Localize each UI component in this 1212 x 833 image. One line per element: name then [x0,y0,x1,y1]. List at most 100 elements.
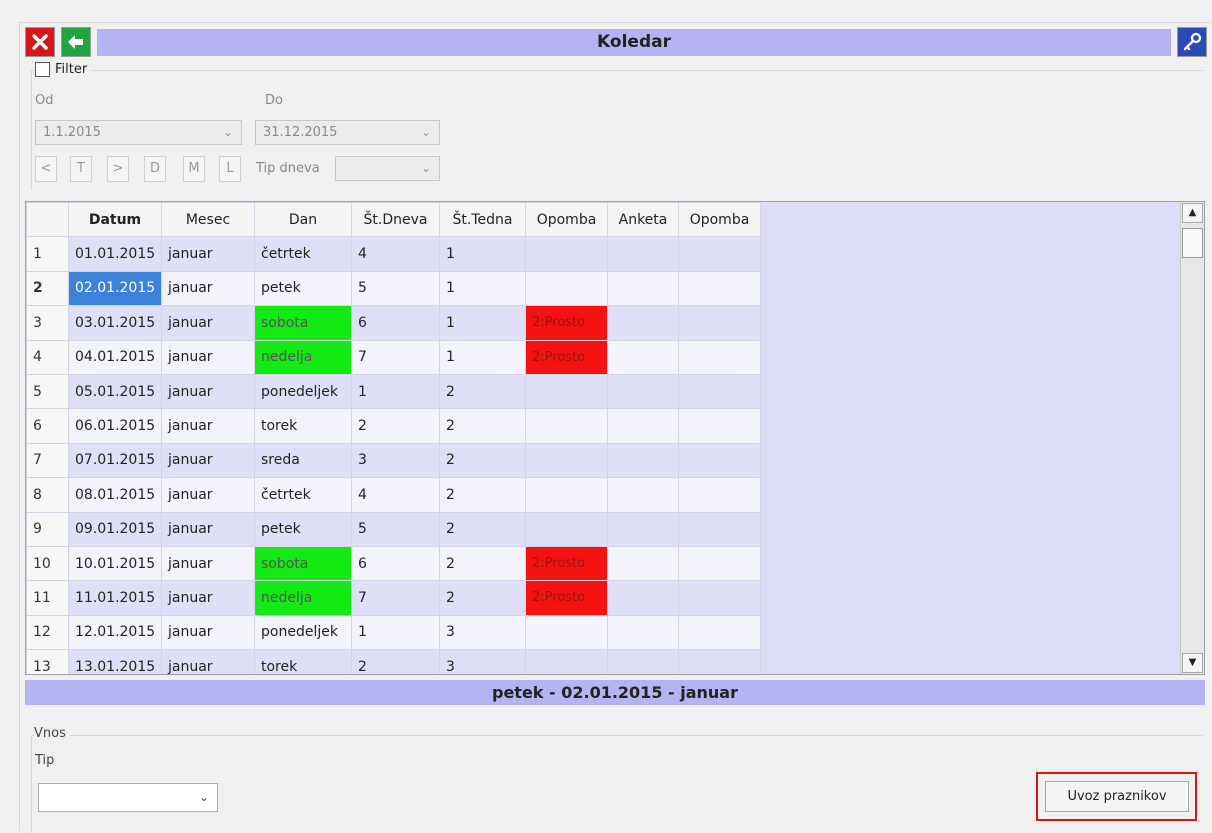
cell-opomba[interactable] [525,408,608,444]
cell-opomba-2[interactable] [678,511,761,547]
cell-anketa[interactable] [607,511,679,547]
row-number[interactable]: 6 [26,408,69,444]
cell-opomba-2[interactable] [678,305,761,341]
cell-anketa[interactable] [607,305,679,341]
column-header-mesec[interactable]: Mesec [161,202,255,238]
calendar-grid[interactable]: Datum Mesec Dan Št.Dneva Št.Tedna Opomba… [25,201,1205,675]
cell-datum[interactable]: 08.01.2015 [68,477,162,513]
cell-dan[interactable]: torek [254,408,352,444]
cell-st-tedna[interactable]: 3 [439,649,526,674]
cell-st-dneva[interactable]: 7 [351,339,440,375]
column-header-anketa[interactable]: Anketa [607,202,679,238]
cell-mesec[interactable]: januar [161,408,255,444]
cell-st-tedna[interactable]: 2 [439,580,526,616]
cell-datum[interactable]: 09.01.2015 [68,511,162,547]
cell-st-dneva[interactable]: 1 [351,614,440,651]
table-row[interactable]: 10 10.01.2015 januar sobota 6 2 2:Prosto [26,545,761,582]
row-number[interactable]: 10 [26,545,69,582]
cell-opomba-2[interactable] [678,270,761,307]
cell-dan[interactable]: četrtek [254,236,352,272]
cell-opomba[interactable]: 2:Prosto [525,339,608,375]
cell-datum[interactable]: 04.01.2015 [68,339,162,375]
cell-dan[interactable]: nedelja [254,339,352,375]
cell-st-tedna[interactable]: 1 [439,270,526,307]
cell-anketa[interactable] [607,580,679,616]
prev-button[interactable]: < [35,156,57,182]
cell-datum[interactable]: 03.01.2015 [68,305,162,341]
cell-opomba-2[interactable] [678,339,761,375]
cell-opomba-2[interactable] [678,649,761,674]
tip-dneva-select[interactable]: ⌄ [335,156,440,181]
cell-st-tedna[interactable]: 2 [439,442,526,479]
back-button[interactable] [61,27,91,57]
cell-dan[interactable]: petek [254,270,352,307]
table-row[interactable]: 6 06.01.2015 januar torek 2 2 [26,408,761,444]
row-number[interactable]: 12 [26,614,69,651]
cell-mesec[interactable]: januar [161,373,255,410]
edit-button[interactable] [1177,27,1207,57]
table-row[interactable]: 11 11.01.2015 januar nedelja 7 2 2:Prosto [26,580,761,616]
table-row[interactable]: 12 12.01.2015 januar ponedeljek 1 3 [26,614,761,651]
cell-dan[interactable]: torek [254,649,352,674]
cell-anketa[interactable] [607,270,679,307]
cell-datum[interactable]: 01.01.2015 [68,236,162,272]
cell-st-tedna[interactable]: 3 [439,614,526,651]
column-header-opomba[interactable]: Opomba [525,202,608,238]
cell-mesec[interactable]: januar [161,477,255,513]
cell-anketa[interactable] [607,649,679,674]
row-number[interactable]: 3 [26,305,69,341]
cell-mesec[interactable]: januar [161,511,255,547]
column-header-datum[interactable]: Datum [68,202,162,238]
tip-select[interactable]: ⌄ [38,783,218,812]
column-header-st-tedna[interactable]: Št.Tedna [439,202,526,238]
cell-st-dneva[interactable]: 4 [351,477,440,513]
cell-st-dneva[interactable]: 6 [351,545,440,582]
cell-anketa[interactable] [607,373,679,410]
cell-st-tedna[interactable]: 2 [439,373,526,410]
cell-mesec[interactable]: januar [161,580,255,616]
cell-mesec[interactable]: januar [161,442,255,479]
table-row[interactable]: 8 08.01.2015 januar četrtek 4 2 [26,477,761,513]
cell-mesec[interactable]: januar [161,545,255,582]
do-date-picker[interactable]: 31.12.2015 ⌄ [255,120,440,145]
cell-opomba[interactable] [525,442,608,479]
row-number[interactable]: 7 [26,442,69,479]
cell-opomba-2[interactable] [678,408,761,444]
table-row[interactable]: 13 13.01.2015 januar torek 2 3 [26,649,761,674]
cell-opomba-2[interactable] [678,477,761,513]
today-button[interactable]: T [70,156,92,182]
cell-st-tedna[interactable]: 1 [439,339,526,375]
cell-anketa[interactable] [607,236,679,272]
cell-opomba[interactable] [525,511,608,547]
table-row[interactable]: 7 07.01.2015 januar sreda 3 2 [26,442,761,479]
cell-dan[interactable]: sreda [254,442,352,479]
column-header-dan[interactable]: Dan [254,202,352,238]
row-number[interactable]: 2 [26,270,69,307]
next-button[interactable]: > [107,156,129,182]
cell-st-tedna[interactable]: 2 [439,511,526,547]
month-button[interactable]: M [183,156,205,182]
cell-mesec[interactable]: januar [161,236,255,272]
scroll-down-button[interactable]: ▼ [1182,653,1203,673]
cell-opomba-2[interactable] [678,442,761,479]
scroll-thumb[interactable] [1182,228,1203,258]
cell-anketa[interactable] [607,408,679,444]
cell-st-tedna[interactable]: 2 [439,545,526,582]
scroll-up-button[interactable]: ▲ [1182,203,1203,223]
cell-datum[interactable]: 06.01.2015 [68,408,162,444]
cell-anketa[interactable] [607,442,679,479]
cell-opomba[interactable] [525,614,608,651]
filter-checkbox[interactable] [35,62,50,77]
table-row[interactable]: 5 05.01.2015 januar ponedeljek 1 2 [26,373,761,410]
year-button[interactable]: L [219,156,241,182]
filter-checkbox-wrap[interactable]: Filter [35,62,92,77]
row-number[interactable]: 4 [26,339,69,375]
cell-opomba[interactable] [525,649,608,674]
cell-st-dneva[interactable]: 6 [351,305,440,341]
table-row[interactable]: 2 02.01.2015 januar petek 5 1 [26,270,761,307]
cell-datum[interactable]: 12.01.2015 [68,614,162,651]
cell-datum[interactable]: 13.01.2015 [68,649,162,674]
cell-opomba-2[interactable] [678,580,761,616]
cell-st-dneva[interactable]: 5 [351,511,440,547]
import-holidays-button[interactable]: Uvoz praznikov [1045,781,1189,812]
